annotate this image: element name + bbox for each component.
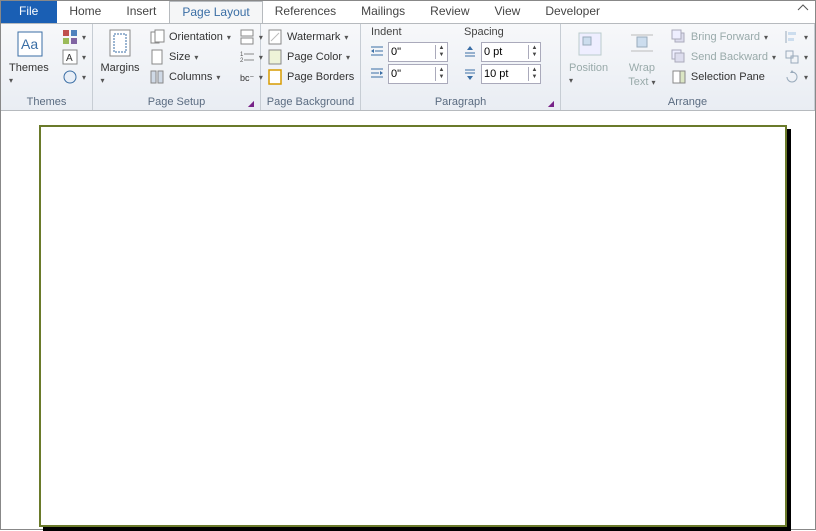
columns-button[interactable]: Columns ▾ — [147, 68, 233, 86]
position-button[interactable]: Position ▾ — [565, 26, 615, 88]
themes-icon: Aa — [14, 28, 46, 60]
position-label: Position ▾ — [569, 62, 611, 86]
paragraph-launcher-icon[interactable]: ◢ — [548, 99, 554, 108]
group-paragraph: Indent ▲▼ ▲▼ Spacing ▲▼ ▲▼ — [361, 24, 561, 110]
theme-effects-button[interactable]: ▾ — [60, 68, 88, 86]
indent-right-icon — [369, 66, 385, 82]
indent-left-icon — [369, 44, 385, 60]
tab-page-layout[interactable]: Page Layout — [169, 1, 262, 23]
hyphenation-icon: bc⁻ — [239, 69, 255, 85]
margins-icon — [104, 28, 136, 60]
spin-up-icon[interactable]: ▲ — [435, 67, 447, 74]
spin-down-icon[interactable]: ▼ — [435, 74, 447, 81]
bring-forward-button[interactable]: Bring Forward ▾ — [669, 28, 778, 46]
group-label-page-background: Page Background — [265, 95, 356, 110]
size-button[interactable]: Size ▾ — [147, 48, 233, 66]
rotate-icon — [784, 69, 800, 85]
document-area[interactable] — [1, 111, 815, 529]
spin-up-icon[interactable]: ▲ — [435, 45, 447, 52]
minimize-ribbon-icon[interactable] — [791, 1, 815, 23]
themes-label: Themes ▾ — [9, 62, 52, 86]
theme-effects-icon — [62, 69, 78, 85]
position-icon — [574, 28, 606, 60]
indent-left-spinner[interactable]: ▲▼ — [388, 42, 448, 62]
selection-pane-icon — [671, 69, 687, 85]
page-color-icon — [267, 49, 283, 65]
group-page-setup: Margins ▾ Orientation ▾ Size ▾ Columns ▾… — [93, 24, 261, 110]
tab-review[interactable]: Review — [418, 1, 482, 23]
theme-colors-button[interactable]: ▾ — [60, 28, 88, 46]
spacing-before-input[interactable] — [482, 45, 528, 59]
columns-icon — [149, 69, 165, 85]
tab-home[interactable]: Home — [57, 1, 114, 23]
size-icon — [149, 49, 165, 65]
selection-pane-button[interactable]: Selection Pane — [669, 68, 778, 86]
wrap-text-icon — [626, 28, 658, 60]
wrap-text-label-1: Wrap — [629, 62, 655, 74]
page-color-button[interactable]: Page Color ▾ — [265, 48, 356, 66]
spacing-after-icon — [462, 66, 478, 82]
margins-button[interactable]: Margins ▾ — [97, 26, 143, 88]
spin-up-icon[interactable]: ▲ — [528, 67, 540, 74]
send-backward-button[interactable]: Send Backward ▾ — [669, 48, 778, 66]
group-label-page-setup: Page Setup◢ — [97, 95, 256, 110]
group-arrange: Position ▾ Wrap Text ▾ Bring Forward ▾ S… — [561, 24, 815, 110]
spin-down-icon[interactable]: ▼ — [528, 74, 540, 81]
tab-mailings[interactable]: Mailings — [349, 1, 418, 23]
spacing-after-spinner[interactable]: ▲▼ — [481, 64, 541, 84]
ribbon-tabs: File Home Insert Page Layout References … — [1, 1, 815, 23]
page-setup-launcher-icon[interactable]: ◢ — [248, 99, 254, 108]
orientation-button[interactable]: Orientation ▾ — [147, 28, 233, 46]
svg-text:bc⁻: bc⁻ — [240, 73, 255, 83]
indent-left-input[interactable] — [389, 45, 435, 59]
document-page[interactable] — [39, 125, 787, 527]
svg-text:2: 2 — [240, 58, 244, 64]
watermark-icon — [267, 29, 283, 45]
wrap-text-label-2: Text ▾ — [628, 76, 655, 88]
indent-right-spinner[interactable]: ▲▼ — [388, 64, 448, 84]
indent-header: Indent — [369, 26, 448, 40]
wrap-text-button[interactable]: Wrap Text ▾ — [619, 26, 665, 90]
spacing-header: Spacing — [462, 26, 541, 40]
indent-right-input[interactable] — [389, 67, 435, 81]
rotate-button[interactable]: ▾ — [782, 68, 810, 86]
tab-view[interactable]: View — [483, 1, 534, 23]
bring-forward-icon — [671, 29, 687, 45]
align-button[interactable]: ▾ — [782, 28, 810, 46]
group-button[interactable]: ▾ — [782, 48, 810, 66]
line-numbers-icon: 12 — [239, 49, 255, 65]
theme-colors-icon — [62, 29, 78, 45]
spin-up-icon[interactable]: ▲ — [528, 45, 540, 52]
group-objects-icon — [784, 49, 800, 65]
ribbon: Aa Themes ▾ ▾ A▾ ▾ Themes Margins ▾ Orie… — [1, 23, 815, 111]
group-label-themes: Themes — [5, 95, 88, 110]
margins-label: Margins ▾ — [100, 62, 139, 86]
group-themes: Aa Themes ▾ ▾ A▾ ▾ Themes — [1, 24, 93, 110]
orientation-icon — [149, 29, 165, 45]
tab-insert[interactable]: Insert — [114, 1, 169, 23]
align-icon — [784, 29, 800, 45]
svg-text:Aa: Aa — [21, 36, 38, 52]
breaks-icon — [239, 29, 255, 45]
spacing-before-icon — [462, 44, 478, 60]
group-label-arrange: Arrange — [565, 95, 810, 110]
spacing-before-spinner[interactable]: ▲▼ — [481, 42, 541, 62]
watermark-button[interactable]: Watermark ▾ — [265, 28, 356, 46]
group-label-paragraph: Paragraph◢ — [365, 95, 556, 110]
group-page-background: Watermark ▾ Page Color ▾ Page Borders Pa… — [261, 24, 361, 110]
spin-down-icon[interactable]: ▼ — [435, 52, 447, 59]
page-borders-icon — [267, 69, 283, 85]
theme-fonts-button[interactable]: A▾ — [60, 48, 88, 66]
svg-text:A: A — [66, 53, 73, 64]
theme-fonts-icon: A — [62, 49, 78, 65]
tab-references[interactable]: References — [263, 1, 349, 23]
theme-mini-buttons: ▾ A▾ ▾ — [60, 26, 88, 86]
tab-developer[interactable]: Developer — [533, 1, 613, 23]
spin-down-icon[interactable]: ▼ — [528, 52, 540, 59]
tab-file[interactable]: File — [1, 1, 57, 23]
themes-button[interactable]: Aa Themes ▾ — [5, 26, 56, 88]
page-borders-button[interactable]: Page Borders — [265, 68, 356, 86]
send-backward-icon — [671, 49, 687, 65]
spacing-after-input[interactable] — [482, 67, 528, 81]
